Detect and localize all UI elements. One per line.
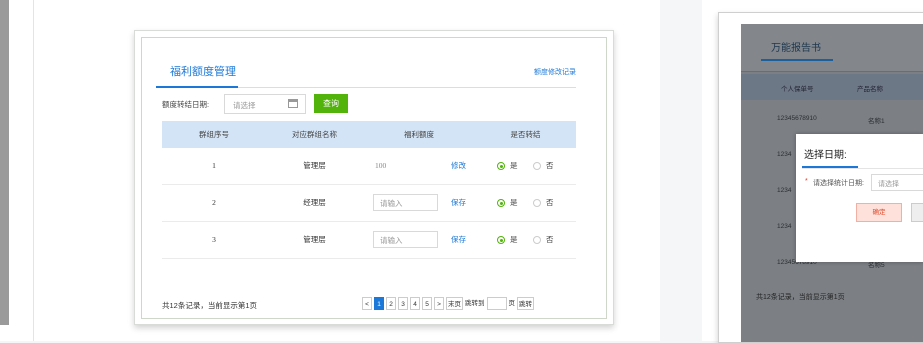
group-name-cell: 管理层 — [303, 235, 326, 244]
quota-value: 100 — [375, 161, 387, 170]
radio-no[interactable] — [533, 199, 541, 207]
tab-active-indicator — [761, 59, 833, 61]
divider — [33, 0, 34, 341]
quota-edit-log-link[interactable]: 额度修改记录 — [534, 67, 576, 77]
transfer-cell: 是 否 — [475, 222, 576, 258]
radio-yes-label: 是 — [510, 235, 518, 244]
radio-yes-label: 是 — [510, 198, 518, 207]
left-panel-edge — [0, 0, 40, 341]
quota-cell: 100 修改 — [363, 148, 475, 184]
product-name-cell: 名称1 — [868, 118, 885, 125]
save-quota-link[interactable]: 保存 — [451, 222, 466, 258]
report-table-header: 个人保单号 产品名称 — [741, 74, 923, 100]
edit-quota-link[interactable]: 修改 — [451, 148, 466, 184]
transfer-date-label: 额度转结日期: — [162, 100, 210, 109]
column-header: 对应群组名称 — [292, 130, 337, 139]
left-panel-scroll-region — [0, 0, 9, 325]
date-placeholder: 请选择 — [233, 101, 256, 110]
page-suffix-label: 页 — [508, 300, 516, 307]
radio-no[interactable] — [533, 236, 541, 244]
stat-date-input[interactable]: 请选择 — [871, 174, 923, 191]
stat-date-placeholder: 请选择 — [878, 181, 899, 188]
confirm-button[interactable]: 确定 — [856, 203, 902, 222]
table-footer: 共12条记录，当前显示第1页 < 1 2 3 4 5 > 末页 跳转到 页 跳转 — [162, 295, 576, 317]
policy-number-cell: 1234 — [777, 223, 792, 230]
filter-bar: 额度转结日期: 请选择 查询 — [162, 94, 562, 114]
query-button[interactable]: 查询 — [314, 94, 348, 113]
page-button-1[interactable]: 1 — [374, 297, 384, 310]
table-row: 12345678910 名称1 — [741, 102, 923, 138]
radio-no[interactable] — [533, 162, 541, 170]
prev-page-button[interactable]: < — [362, 297, 372, 310]
goto-label: 跳转到 — [465, 300, 485, 307]
tab-active-indicator — [156, 86, 238, 88]
transfer-cell: 是 否 — [475, 148, 576, 184]
radio-no-label: 否 — [546, 235, 554, 244]
tab-universal-report[interactable]: 万能报告书 — [771, 39, 821, 54]
transfer-date-input[interactable]: 请选择 — [224, 94, 306, 114]
page-button-2[interactable]: 2 — [386, 297, 396, 310]
tab-bar: 福利额度管理 额度修改记录 — [156, 57, 576, 88]
radio-yes[interactable] — [497, 236, 505, 244]
record-count-text: 共12条记录，当前显示第1页 — [756, 294, 845, 301]
save-quota-link[interactable]: 保存 — [451, 185, 466, 221]
group-id-cell: 2 — [212, 198, 216, 207]
radio-no-label: 否 — [546, 161, 554, 170]
page-button-3[interactable]: 3 — [398, 297, 408, 310]
page-button-4[interactable]: 4 — [410, 297, 420, 310]
welfare-quota-panel: 福利额度管理 额度修改记录 额度转结日期: 请选择 查询 群组序号 对应群组名称… — [141, 37, 607, 319]
group-quota-table: 群组序号 对应群组名称 福利额度 是否转结 1 管理层 100 修改 是 否 2… — [162, 121, 576, 259]
table-row: 3 管理层 请输入 保存 是 否 — [162, 222, 576, 259]
radio-yes-label: 是 — [510, 161, 518, 170]
tab-welfare-quota[interactable]: 福利额度管理 — [170, 63, 236, 79]
calendar-icon[interactable] — [288, 99, 298, 108]
cancel-button[interactable] — [911, 203, 923, 222]
goto-page-input[interactable] — [486, 297, 507, 310]
table-row: 1 管理层 100 修改 是 否 — [162, 148, 576, 185]
goto-button[interactable]: 跳转 — [517, 297, 534, 310]
required-mark: * — [805, 178, 808, 185]
quota-cell: 请输入 保存 — [363, 185, 475, 221]
pagination: < 1 2 3 4 5 > 末页 跳转到 页 跳转 — [362, 297, 534, 310]
column-header: 福利额度 — [404, 130, 434, 139]
radio-no-label: 否 — [546, 198, 554, 207]
record-count-text: 共12条记录，当前显示第1页 — [162, 301, 258, 310]
group-id-cell: 3 — [212, 235, 216, 244]
column-header: 是否转结 — [510, 130, 541, 139]
dialog-title: 选择日期: — [804, 150, 847, 161]
quota-input[interactable]: 请输入 — [373, 231, 438, 248]
column-header: 产品名称 — [857, 86, 883, 93]
radio-yes[interactable] — [497, 162, 505, 170]
quota-input[interactable]: 请输入 — [373, 194, 438, 211]
group-id-cell: 1 — [212, 161, 216, 170]
last-page-button[interactable]: 末页 — [446, 297, 463, 310]
report-tab-bar: 万能报告书 — [741, 24, 923, 72]
policy-number-cell: 1234 — [777, 151, 792, 158]
policy-number-cell: 1234 — [777, 187, 792, 194]
select-date-dialog: 选择日期: * 请选择统计日期: 请选择 确定 — [796, 134, 923, 262]
policy-number-cell: 12345678910 — [777, 115, 817, 122]
radio-yes[interactable] — [497, 199, 505, 207]
group-name-cell: 管理层 — [303, 161, 326, 170]
column-header: 群组序号 — [199, 130, 229, 139]
column-header: 个人保单号 — [781, 86, 814, 93]
page-button-5[interactable]: 5 — [422, 297, 432, 310]
stat-date-label: 请选择统计日期: — [813, 180, 864, 187]
quota-cell: 请输入 保存 — [363, 222, 475, 258]
divider — [802, 168, 923, 169]
transfer-cell: 是 否 — [475, 185, 576, 221]
group-name-cell: 经理层 — [303, 198, 326, 207]
next-page-button[interactable]: > — [434, 297, 444, 310]
table-row: 2 经理层 请输入 保存 是 否 — [162, 185, 576, 222]
table-header: 群组序号 对应群组名称 福利额度 是否转结 — [162, 121, 576, 148]
welfare-quota-window: 福利额度管理 额度修改记录 额度转结日期: 请选择 查询 群组序号 对应群组名称… — [134, 30, 614, 325]
